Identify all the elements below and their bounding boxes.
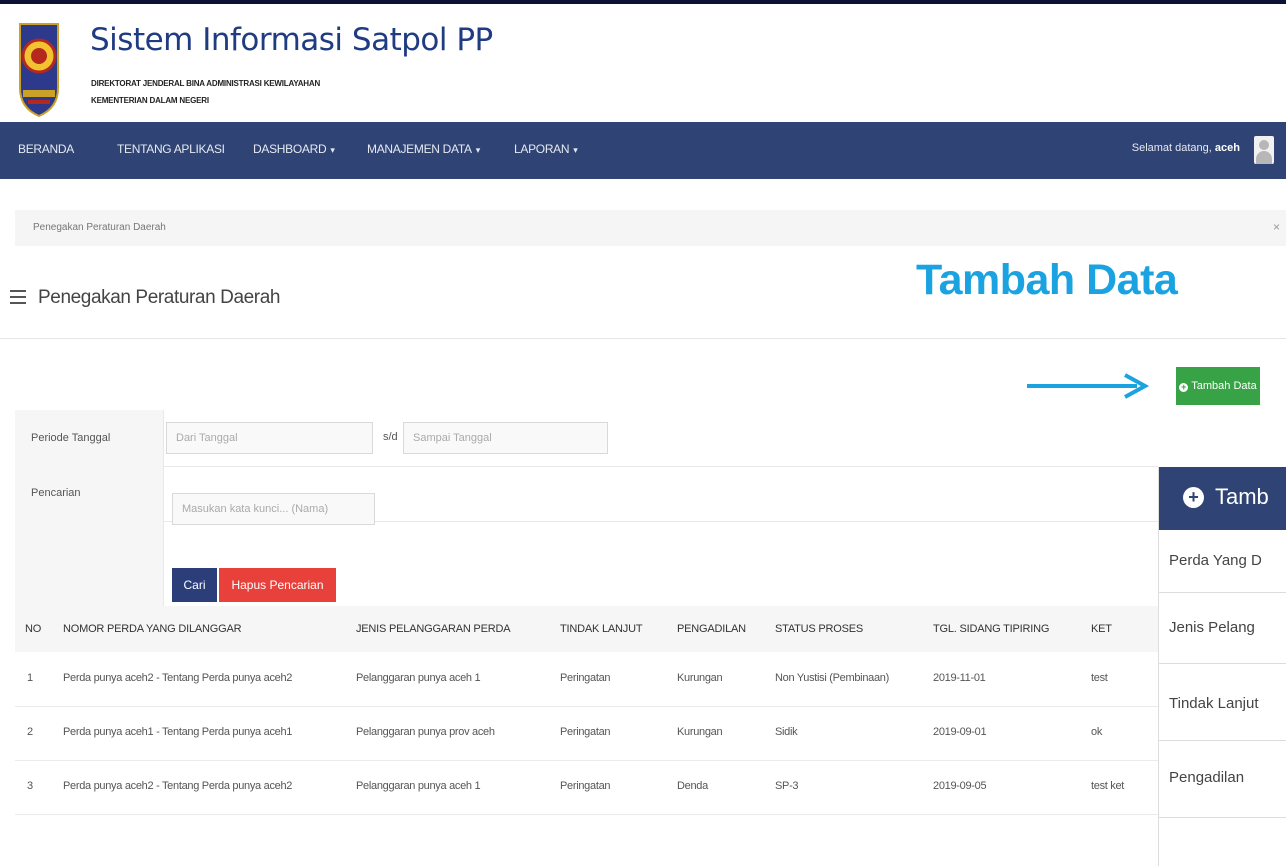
- table-row[interactable]: 1 Perda punya aceh2 - Tentang Perda puny…: [15, 652, 1158, 707]
- cell-status-proses: SP-3: [775, 780, 799, 792]
- cell-no: 2: [27, 726, 33, 738]
- annotation-arrow-icon: [1027, 373, 1150, 399]
- caret-down-icon: ▾: [475, 145, 481, 155]
- breadcrumb-current: Penegakan Peraturan Daerah: [33, 222, 166, 233]
- column-header: TINDAK LANJUT: [560, 623, 643, 635]
- column-header: NO: [25, 623, 42, 635]
- cell-pengadilan: Kurungan: [677, 672, 723, 684]
- nav-dashboard-dropdown[interactable]: DASHBOARD ▾: [253, 142, 335, 156]
- table-row[interactable]: 2 Perda punya aceh1 - Tentang Perda puny…: [15, 706, 1158, 761]
- nav-manajemen-data-dropdown[interactable]: MANAJEMEN DATA ▾: [367, 142, 480, 156]
- cell-ket: test ket: [1091, 780, 1125, 792]
- nav-tentang-aplikasi[interactable]: TENTANG APLIKASI: [117, 142, 225, 156]
- cell-nomor-perda: Perda punya aceh2 - Tentang Perda punya …: [63, 780, 293, 792]
- cell-nomor-perda: Perda punya aceh1 - Tentang Perda punya …: [63, 726, 293, 738]
- satpol-pp-emblem-logo: [19, 23, 59, 118]
- welcome-user-menu[interactable]: Selamat datang, aceh: [1132, 142, 1240, 154]
- cell-tgl-sidang: 2019-11-01: [933, 672, 986, 684]
- plus-circle-icon: +: [1179, 382, 1189, 392]
- add-data-panel: + Tamb Perda Yang D Jenis Pelang Tindak …: [1158, 467, 1286, 866]
- column-header: NOMOR PERDA YANG DILANGGAR: [63, 623, 242, 635]
- date-range-separator: s/d: [383, 431, 398, 443]
- cell-tindak-lanjut: Peringatan: [560, 780, 611, 792]
- cell-nomor-perda: Perda punya aceh2 - Tentang Perda punya …: [63, 672, 293, 684]
- column-header: PENGADILAN: [677, 623, 746, 635]
- page-title: Penegakan Peraturan Daerah: [38, 287, 281, 308]
- cell-tgl-sidang: 2019-09-05: [933, 780, 987, 792]
- panel-field-tindak-lanjut[interactable]: Tindak Lanjut: [1159, 664, 1286, 741]
- nav-beranda[interactable]: BERANDA: [18, 142, 74, 156]
- cell-ket: ok: [1091, 726, 1103, 738]
- user-avatar-icon[interactable]: [1254, 136, 1274, 164]
- plus-circle-icon: +: [1183, 487, 1204, 508]
- breadcrumb: Penegakan Peraturan Daerah ×: [15, 210, 1286, 246]
- cell-jenis-pelanggaran: Pelanggaran punya prov aceh: [356, 726, 495, 738]
- cell-no: 3: [27, 780, 33, 792]
- caret-down-icon: ▾: [573, 145, 578, 155]
- cell-no: 1: [27, 672, 33, 684]
- header-subtitle-directorate: DIREKTORAT JENDERAL BINA ADMINISTRASI KE…: [91, 79, 321, 88]
- from-date-input[interactable]: Dari Tanggal: [166, 422, 373, 454]
- search-label: Pencarian: [31, 487, 81, 499]
- panel-field-jenis-pelanggaran[interactable]: Jenis Pelang: [1159, 593, 1286, 664]
- panel-field-pengadilan[interactable]: Pengadilan: [1159, 741, 1286, 818]
- panel-header: + Tamb: [1159, 467, 1286, 530]
- search-button[interactable]: Cari: [172, 568, 217, 602]
- panel-title: Tamb: [1215, 484, 1269, 509]
- divider: [0, 338, 1286, 339]
- close-icon[interactable]: ×: [1273, 220, 1280, 234]
- username: aceh: [1214, 142, 1240, 154]
- caret-down-icon: ▾: [330, 145, 335, 155]
- cell-ket: test: [1091, 672, 1108, 684]
- to-date-input[interactable]: Sampai Tanggal: [403, 422, 608, 454]
- clear-search-button[interactable]: Hapus Pencarian: [219, 568, 336, 602]
- panel-field-perda[interactable]: Perda Yang D: [1159, 530, 1286, 593]
- cell-pengadilan: Denda: [677, 780, 708, 792]
- menu-icon[interactable]: [10, 290, 26, 308]
- table-header: NO NOMOR PERDA YANG DILANGGAR JENIS PELA…: [15, 606, 1158, 652]
- column-header: TGL. SIDANG TIPIRING: [933, 623, 1050, 635]
- cell-pengadilan: Kurungan: [677, 726, 723, 738]
- cell-jenis-pelanggaran: Pelanggaran punya aceh 1: [356, 780, 481, 792]
- cell-status-proses: Non Yustisi (Pembinaan): [775, 672, 889, 684]
- cell-jenis-pelanggaran: Pelanggaran punya aceh 1: [356, 672, 481, 684]
- add-data-button[interactable]: + Tambah Data: [1176, 367, 1260, 405]
- table-row[interactable]: 3 Perda punya aceh2 - Tentang Perda puny…: [15, 760, 1158, 815]
- column-header: KET: [1091, 623, 1112, 635]
- main-navbar: BERANDA TENTANG APLIKASI DASHBOARD ▾ MANA…: [0, 122, 1286, 179]
- cell-tgl-sidang: 2019-09-01: [933, 726, 987, 738]
- nav-laporan-dropdown[interactable]: LAPORAN ▾: [514, 142, 578, 156]
- column-header: JENIS PELANGGARAN PERDA: [356, 623, 511, 635]
- cell-tindak-lanjut: Peringatan: [560, 672, 611, 684]
- annotation-title: Tambah Data: [916, 256, 1178, 304]
- column-header: STATUS PROSES: [775, 623, 864, 635]
- period-label: Periode Tanggal: [31, 432, 111, 444]
- search-input[interactable]: Masukan kata kunci... (Nama): [172, 493, 375, 525]
- cell-tindak-lanjut: Peringatan: [560, 726, 611, 738]
- cell-status-proses: Sidik: [775, 726, 798, 738]
- header-subtitle-ministry: KEMENTERIAN DALAM NEGERI: [91, 96, 209, 105]
- app-title: Sistem Informasi Satpol PP: [90, 22, 493, 58]
